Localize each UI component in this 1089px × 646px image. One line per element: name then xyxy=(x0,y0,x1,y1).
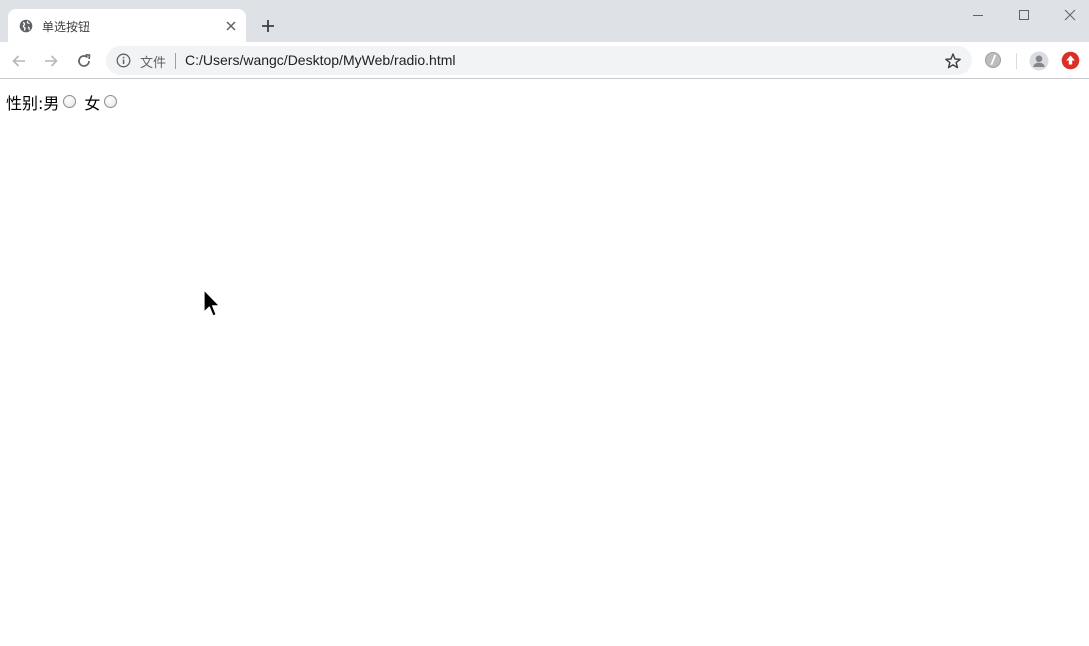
browser-window: 单选按钮 文件 C:/Users/wangc/Desktop/MyWeb/rad… xyxy=(0,0,1089,646)
arrow-right-icon xyxy=(45,55,58,67)
url-text[interactable]: C:/Users/wangc/Desktop/MyWeb/radio.html xyxy=(185,52,456,68)
reload-icon xyxy=(78,53,91,67)
extension-icon[interactable] xyxy=(984,51,1002,69)
radio-female[interactable] xyxy=(104,94,118,108)
option-label-male: 男 xyxy=(43,94,60,113)
toolbar-divider xyxy=(1016,53,1017,69)
address-bar[interactable]: 文件 C:/Users/wangc/Desktop/MyWeb/radio.ht… xyxy=(106,46,972,75)
new-tab-button[interactable] xyxy=(258,16,278,36)
option-label-female: 女 xyxy=(84,94,101,113)
minimize-icon xyxy=(973,15,983,16)
globe-icon xyxy=(19,19,33,33)
maximize-button[interactable] xyxy=(1009,4,1039,26)
info-icon[interactable] xyxy=(116,53,131,68)
chip-divider xyxy=(175,53,176,69)
toolbar: 文件 C:/Users/wangc/Desktop/MyWeb/radio.ht… xyxy=(0,42,1089,79)
star-icon[interactable] xyxy=(944,52,962,70)
tab-close-button[interactable] xyxy=(224,19,238,33)
page-content: 性别: 男 女 xyxy=(0,80,1089,646)
plus-icon xyxy=(262,20,274,32)
gender-form: 性别: 男 女 xyxy=(6,90,120,114)
arrow-left-icon xyxy=(12,55,25,67)
close-icon xyxy=(1064,9,1076,21)
back-button[interactable] xyxy=(9,51,29,71)
radio-male[interactable] xyxy=(63,94,77,108)
mouse-cursor-icon xyxy=(203,289,221,317)
gender-label: 性别: xyxy=(6,94,44,113)
tab-radio[interactable]: 单选按钮 xyxy=(8,9,246,42)
avatar-icon[interactable] xyxy=(1029,51,1049,71)
minimize-button[interactable] xyxy=(963,4,993,26)
maximize-icon xyxy=(1019,10,1029,20)
window-close-button[interactable] xyxy=(1055,4,1085,26)
forward-button[interactable] xyxy=(41,51,61,71)
tab-strip: 单选按钮 xyxy=(0,0,1089,42)
red-extension-icon[interactable] xyxy=(1061,51,1080,70)
security-chip[interactable]: 文件 xyxy=(140,52,166,71)
tab-title: 单选按钮 xyxy=(42,20,91,34)
reload-button[interactable] xyxy=(74,51,94,71)
close-icon xyxy=(226,21,236,31)
